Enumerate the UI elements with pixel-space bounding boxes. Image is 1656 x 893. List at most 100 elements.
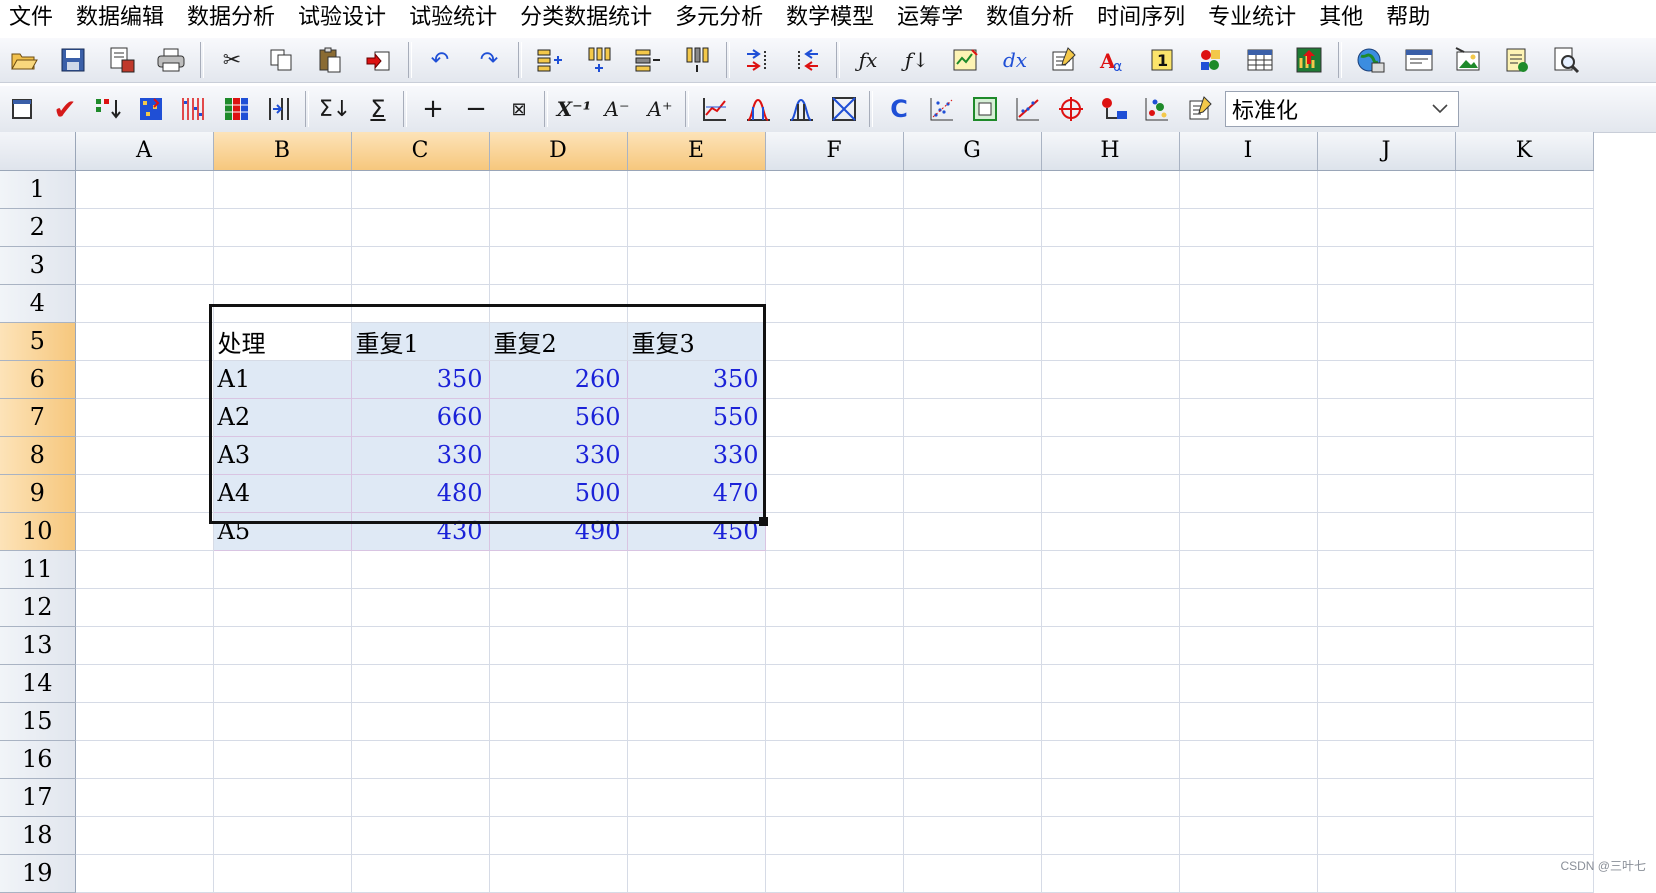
menu-professional-stats[interactable]: 专业统计: [1199, 3, 1310, 33]
sum-icon[interactable]: Σ: [361, 91, 395, 127]
cell-i5[interactable]: [1179, 322, 1318, 361]
cell-b2[interactable]: [213, 208, 352, 247]
row-header[interactable]: 11: [0, 550, 76, 589]
cell-a16[interactable]: [75, 740, 214, 779]
cell-d12[interactable]: [489, 588, 628, 627]
cell-j2[interactable]: [1317, 208, 1456, 247]
cell-h6[interactable]: [1041, 360, 1180, 399]
cell-h13[interactable]: [1041, 626, 1180, 665]
row-header[interactable]: 9: [0, 474, 76, 513]
cell-h8[interactable]: [1041, 436, 1180, 475]
print-preview-icon[interactable]: [1548, 42, 1584, 78]
notes-icon[interactable]: [1499, 42, 1535, 78]
cut-icon[interactable]: ✂: [214, 42, 250, 78]
cell-k18[interactable]: [1455, 816, 1594, 855]
cell-e18[interactable]: [627, 816, 766, 855]
cell-c6[interactable]: 350: [351, 360, 490, 399]
sort-ascending-icon[interactable]: [740, 42, 776, 78]
cell-i3[interactable]: [1179, 246, 1318, 285]
print-icon[interactable]: [153, 42, 189, 78]
cell-h2[interactable]: [1041, 208, 1180, 247]
cell-f14[interactable]: [765, 664, 904, 703]
cell-k1[interactable]: [1455, 170, 1594, 209]
cell-c19[interactable]: [351, 854, 490, 893]
cell-d1[interactable]: [489, 170, 628, 209]
cell-f6[interactable]: [765, 360, 904, 399]
edit-report-icon[interactable]: [1183, 91, 1217, 127]
cell-h1[interactable]: [1041, 170, 1180, 209]
cell-f19[interactable]: [765, 854, 904, 893]
cell-h10[interactable]: [1041, 512, 1180, 551]
cell-a17[interactable]: [75, 778, 214, 817]
cell-j7[interactable]: [1317, 398, 1456, 437]
derivative-icon[interactable]: dx: [997, 42, 1033, 78]
cell-b16[interactable]: [213, 740, 352, 779]
cell-d7[interactable]: 560: [489, 398, 628, 437]
cell-e7[interactable]: 550: [627, 398, 766, 437]
generalized-inverse-icon[interactable]: A⁻: [600, 91, 634, 127]
cell-g18[interactable]: [903, 816, 1042, 855]
cell-g14[interactable]: [903, 664, 1042, 703]
cell-g15[interactable]: [903, 702, 1042, 741]
cell-k10[interactable]: [1455, 512, 1594, 551]
cell-e9[interactable]: 470: [627, 474, 766, 513]
cell-d10[interactable]: 490: [489, 512, 628, 551]
cell-g10[interactable]: [903, 512, 1042, 551]
cell-e17[interactable]: [627, 778, 766, 817]
sum-down-icon[interactable]: Σ↓: [318, 91, 352, 127]
cell-e15[interactable]: [627, 702, 766, 741]
cell-c12[interactable]: [351, 588, 490, 627]
cell-j17[interactable]: [1317, 778, 1456, 817]
cell-k5[interactable]: [1455, 322, 1594, 361]
cell-e8[interactable]: 330: [627, 436, 766, 475]
cell-b13[interactable]: [213, 626, 352, 665]
copy-icon[interactable]: [263, 42, 299, 78]
save-icon[interactable]: [55, 42, 91, 78]
row-header[interactable]: 8: [0, 436, 76, 475]
cell-e1[interactable]: [627, 170, 766, 209]
cell-d14[interactable]: [489, 664, 628, 703]
cell-f16[interactable]: [765, 740, 904, 779]
cell-k2[interactable]: [1455, 208, 1594, 247]
subtract-icon[interactable]: −: [459, 91, 493, 127]
cell-d3[interactable]: [489, 246, 628, 285]
transform-select[interactable]: 标准化: [1225, 91, 1459, 127]
column-header-h[interactable]: H: [1041, 132, 1180, 171]
menu-categorical-stats[interactable]: 分类数据统计: [511, 3, 666, 33]
insert-image-icon[interactable]: [1450, 42, 1486, 78]
cell-a12[interactable]: [75, 588, 214, 627]
shapes-icon[interactable]: [1193, 42, 1229, 78]
paste-icon[interactable]: [312, 42, 348, 78]
cell-k16[interactable]: [1455, 740, 1594, 779]
cell-i13[interactable]: [1179, 626, 1318, 665]
cell-c11[interactable]: [351, 550, 490, 589]
cell-e13[interactable]: [627, 626, 766, 665]
cell-f17[interactable]: [765, 778, 904, 817]
cell-g9[interactable]: [903, 474, 1042, 513]
cell-f9[interactable]: [765, 474, 904, 513]
column-header-j[interactable]: J: [1317, 132, 1456, 171]
cell-j8[interactable]: [1317, 436, 1456, 475]
cell-b5[interactable]: 处理: [213, 322, 352, 361]
cell-c7[interactable]: 660: [351, 398, 490, 437]
cell-j18[interactable]: [1317, 816, 1456, 855]
column-header-d[interactable]: D: [489, 132, 628, 171]
column-header-k[interactable]: K: [1455, 132, 1594, 171]
cell-c8[interactable]: 330: [351, 436, 490, 475]
cell-g19[interactable]: [903, 854, 1042, 893]
bubble-chart-icon[interactable]: [1140, 91, 1174, 127]
row-header[interactable]: 10: [0, 512, 76, 551]
cell-b1[interactable]: [213, 170, 352, 209]
open-folder-icon[interactable]: [6, 42, 42, 78]
column-header-b[interactable]: B: [213, 132, 352, 171]
cell-j12[interactable]: [1317, 588, 1456, 627]
cell-g4[interactable]: [903, 284, 1042, 323]
frame-icon[interactable]: [968, 91, 1002, 127]
cell-b17[interactable]: [213, 778, 352, 817]
cell-f7[interactable]: [765, 398, 904, 437]
delete-column-icon[interactable]: [679, 42, 715, 78]
cell-j11[interactable]: [1317, 550, 1456, 589]
cell-f18[interactable]: [765, 816, 904, 855]
cell-j14[interactable]: [1317, 664, 1456, 703]
cell-k13[interactable]: [1455, 626, 1594, 665]
